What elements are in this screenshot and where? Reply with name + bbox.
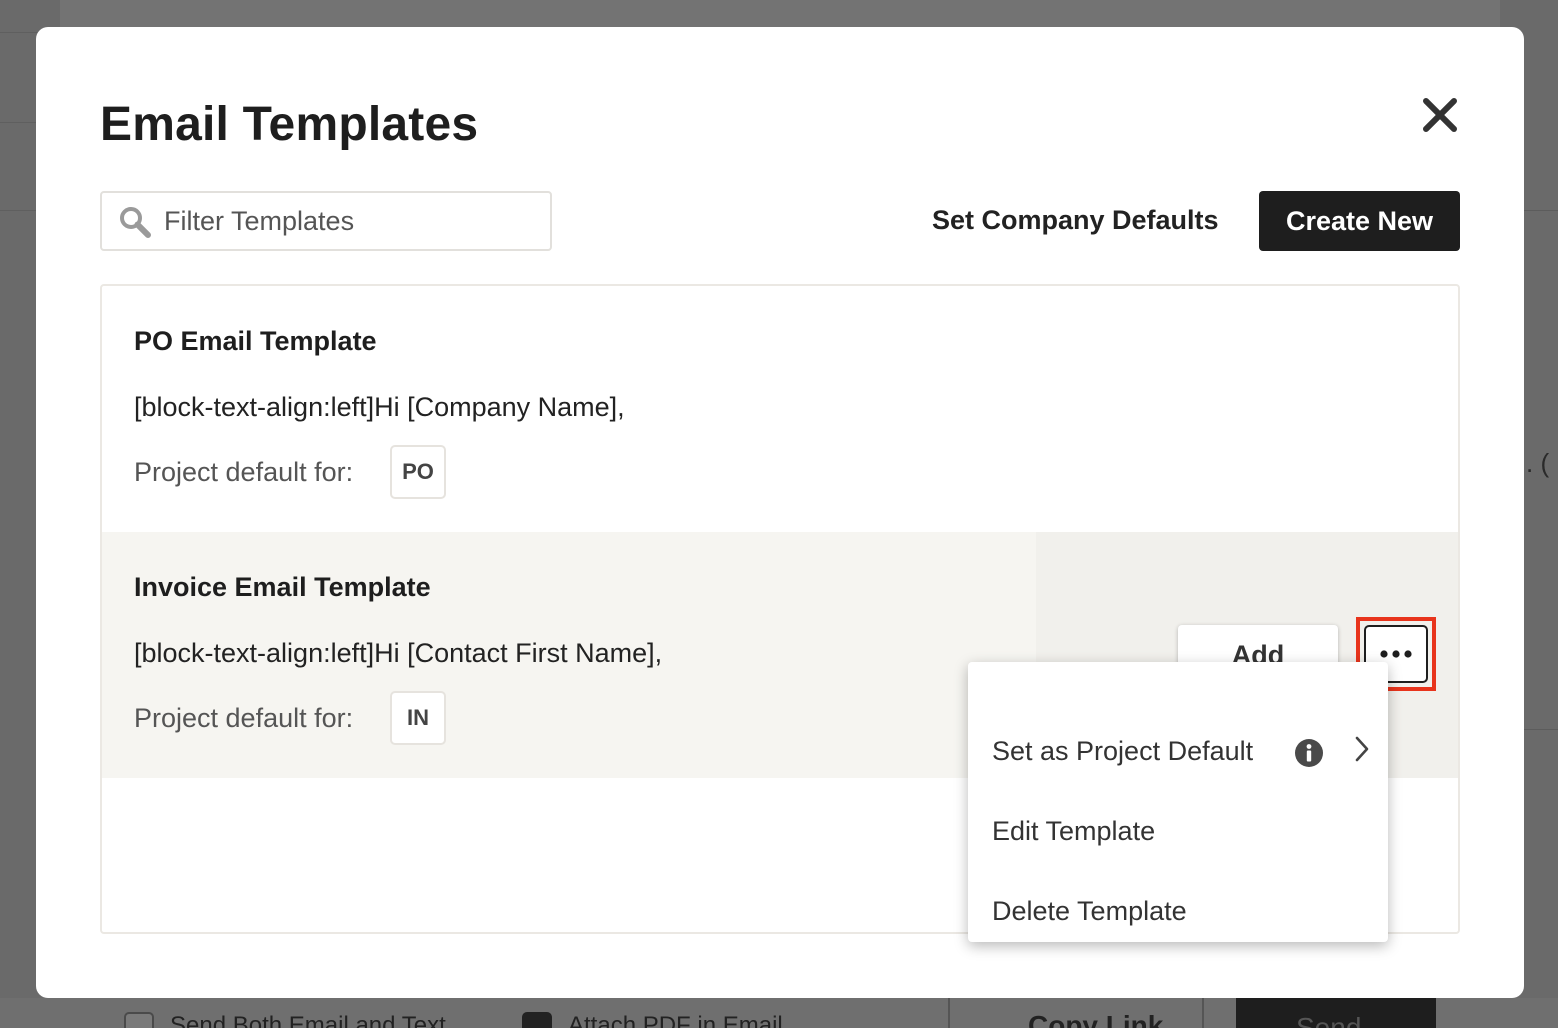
bg-text-fragment: . ( [1526, 448, 1550, 478]
send-button[interactable]: Send [1236, 998, 1436, 1028]
menu-item-edit-template[interactable]: Edit Template [992, 806, 1372, 856]
ellipsis-icon [1380, 650, 1412, 658]
template-name: Invoice Email Template [134, 572, 431, 602]
menu-item-label: Edit Template [992, 815, 1156, 846]
menu-item-label: Set as Project Default [992, 735, 1254, 766]
close-button[interactable] [1420, 95, 1460, 135]
template-preview: [block-text-align:left]Hi [Company Name]… [134, 392, 625, 422]
template-item-po[interactable]: PO Email Template [block-text-align:left… [102, 286, 1458, 532]
create-new-button[interactable]: Create New [1259, 191, 1460, 251]
info-icon[interactable] [1294, 738, 1324, 768]
menu-item-delete-template[interactable]: Delete Template [992, 886, 1372, 936]
search-input[interactable] [164, 201, 534, 241]
set-company-defaults-link[interactable]: Set Company Defaults [932, 205, 1219, 236]
template-options-menu: Set as Project Default Edit Template Del… [968, 662, 1388, 942]
send-both-label: Send Both Email and Text [170, 1012, 446, 1028]
attach-pdf-label: Attach PDF in Email [568, 1012, 783, 1028]
template-preview: [block-text-align:left]Hi [Contact First… [134, 638, 663, 668]
attach-pdf-checkbox[interactable] [522, 1012, 552, 1028]
close-icon [1423, 98, 1457, 132]
chevron-right-icon [1355, 736, 1369, 762]
send-both-checkbox[interactable] [124, 1012, 154, 1028]
template-name: PO Email Template [134, 326, 377, 356]
project-default-label: Project default for: [134, 703, 354, 733]
menu-item-label: Delete Template [992, 895, 1187, 926]
menu-item-set-project-default[interactable]: Set as Project Default [992, 726, 1372, 776]
search-field [100, 191, 552, 251]
project-default-label: Project default for: [134, 457, 354, 487]
project-default-badge: IN [390, 691, 446, 745]
copy-link-button[interactable]: Copy Link [948, 998, 1204, 1028]
send-label: Send [1296, 1012, 1362, 1028]
project-default-badge: PO [390, 445, 446, 499]
search-icon [120, 207, 151, 238]
modal-title: Email Templates [100, 98, 479, 151]
copy-link-label: Copy Link [1028, 1010, 1164, 1028]
